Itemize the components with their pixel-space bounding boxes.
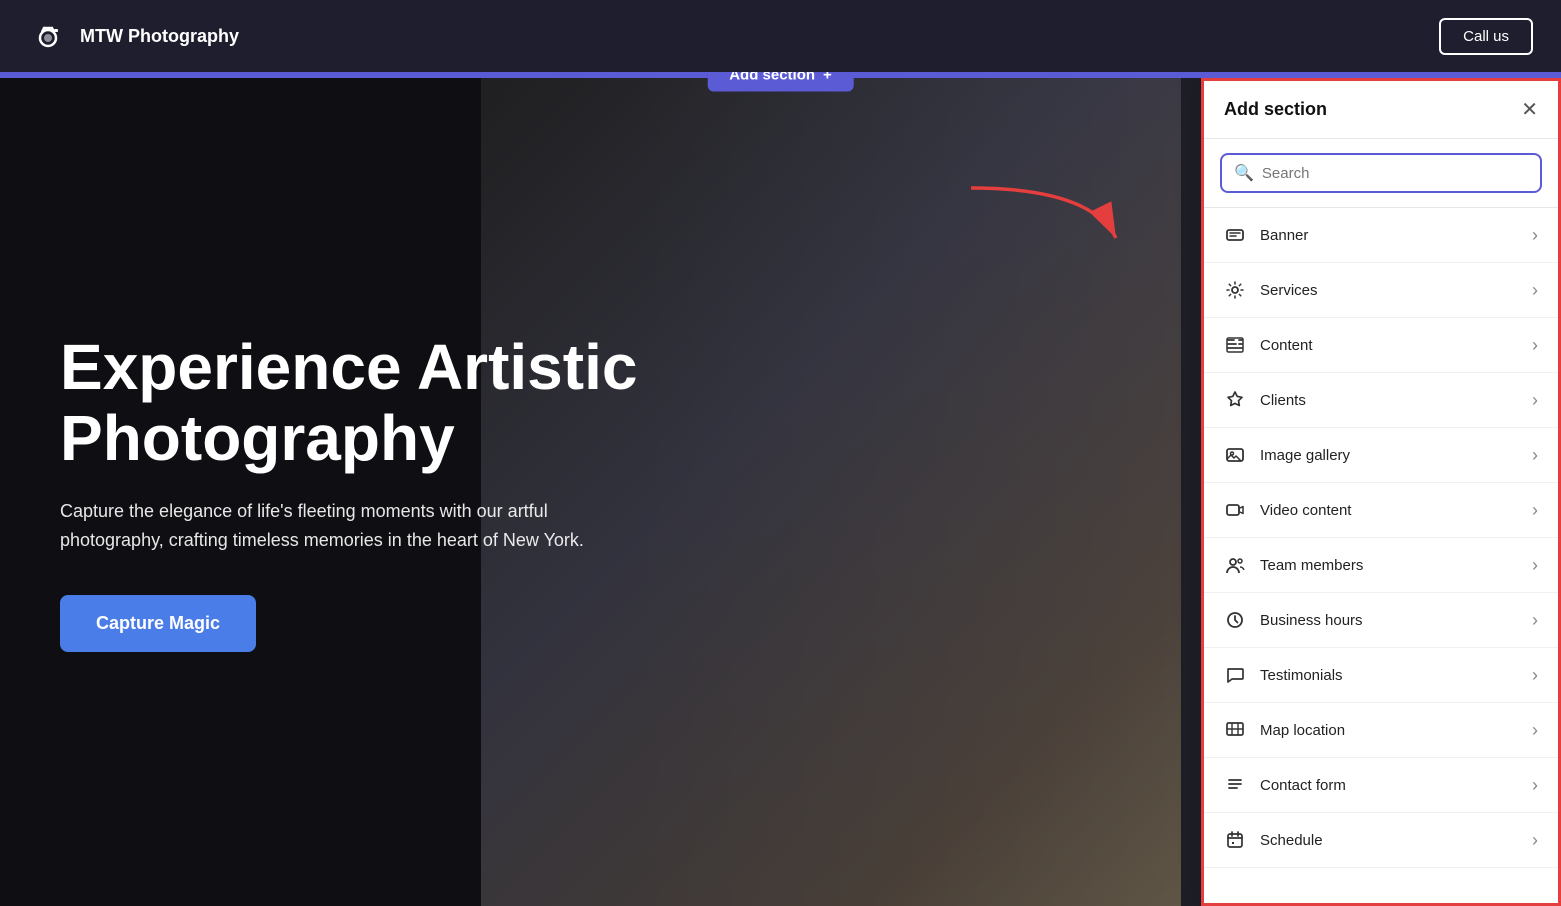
menu-item-chevron-business-hours: › [1532, 610, 1538, 631]
menu-item-chevron-services: › [1532, 280, 1538, 301]
hero-cta-button[interactable]: Capture Magic [60, 595, 256, 652]
contact-form-icon [1224, 774, 1246, 796]
menu-item-chevron-image-gallery: › [1532, 445, 1538, 466]
menu-item-label-clients: Clients [1260, 392, 1306, 409]
menu-item-left-banner: Banner [1224, 224, 1308, 246]
clients-icon [1224, 389, 1246, 411]
menu-item-label-image-gallery: Image gallery [1260, 447, 1350, 464]
main-header: MTW Photography Call us [0, 0, 1561, 72]
menu-item-banner[interactable]: Banner › [1204, 208, 1558, 263]
menu-item-label-content: Content [1260, 337, 1313, 354]
services-icon [1224, 279, 1246, 301]
hero-title: Experience Artistic Photography [60, 332, 780, 473]
schedule-icon [1224, 829, 1246, 851]
brand: MTW Photography [28, 16, 239, 56]
menu-item-chevron-testimonials: › [1532, 665, 1538, 686]
hero-subtitle: Capture the elegance of life's fleeting … [60, 497, 640, 555]
menu-item-left-video-content: Video content [1224, 499, 1351, 521]
image-gallery-icon [1224, 444, 1246, 466]
panel-header: Add section ✕ [1204, 81, 1558, 139]
site-title: MTW Photography [80, 26, 239, 47]
search-wrapper: 🔍 [1220, 153, 1542, 193]
panel-title: Add section [1224, 99, 1327, 120]
search-container: 🔍 [1204, 139, 1558, 208]
menu-item-label-contact-form: Contact form [1260, 777, 1346, 794]
menu-item-schedule[interactable]: Schedule › [1204, 813, 1558, 868]
menu-item-content[interactable]: Content › [1204, 318, 1558, 373]
menu-item-team-members[interactable]: Team members › [1204, 538, 1558, 593]
map-location-icon [1224, 719, 1246, 741]
menu-item-label-banner: Banner [1260, 227, 1308, 244]
team-members-icon [1224, 554, 1246, 576]
menu-item-chevron-map-location: › [1532, 720, 1538, 741]
call-us-button[interactable]: Call us [1439, 18, 1533, 55]
menu-item-left-business-hours: Business hours [1224, 609, 1363, 631]
menu-item-label-team-members: Team members [1260, 557, 1363, 574]
main-area: Experience Artistic Photography Capture … [0, 78, 1561, 906]
menu-item-services[interactable]: Services › [1204, 263, 1558, 318]
menu-item-chevron-schedule: › [1532, 830, 1538, 851]
business-hours-icon [1224, 609, 1246, 631]
menu-item-left-clients: Clients [1224, 389, 1306, 411]
banner-icon [1224, 224, 1246, 246]
menu-item-label-video-content: Video content [1260, 502, 1351, 519]
menu-item-image-gallery[interactable]: Image gallery › [1204, 428, 1558, 483]
menu-item-clients[interactable]: Clients › [1204, 373, 1558, 428]
search-input[interactable] [1262, 165, 1528, 182]
menu-item-left-schedule: Schedule [1224, 829, 1323, 851]
menu-item-chevron-content: › [1532, 335, 1538, 356]
video-content-icon [1224, 499, 1246, 521]
menu-item-label-services: Services [1260, 282, 1318, 299]
menu-item-chevron-team-members: › [1532, 555, 1538, 576]
search-icon: 🔍 [1234, 163, 1254, 183]
menu-item-label-testimonials: Testimonials [1260, 667, 1343, 684]
menu-item-business-hours[interactable]: Business hours › [1204, 593, 1558, 648]
section-menu-list: Banner › Services › Content › Clients › [1204, 208, 1558, 903]
menu-item-chevron-video-content: › [1532, 500, 1538, 521]
menu-item-left-contact-form: Contact form [1224, 774, 1346, 796]
menu-item-chevron-clients: › [1532, 390, 1538, 411]
menu-item-chevron-banner: › [1532, 225, 1538, 246]
menu-item-left-team-members: Team members [1224, 554, 1363, 576]
menu-item-label-map-location: Map location [1260, 722, 1345, 739]
menu-item-left-services: Services [1224, 279, 1318, 301]
menu-item-testimonials[interactable]: Testimonials › [1204, 648, 1558, 703]
menu-item-left-image-gallery: Image gallery [1224, 444, 1350, 466]
testimonials-icon [1224, 664, 1246, 686]
menu-item-label-business-hours: Business hours [1260, 612, 1363, 629]
logo-icon [28, 16, 68, 56]
menu-item-left-testimonials: Testimonials [1224, 664, 1343, 686]
content-icon [1224, 334, 1246, 356]
hero-content: Experience Artistic Photography Capture … [60, 332, 780, 651]
add-section-panel: Add section ✕ 🔍 Banner › Services › [1201, 78, 1561, 906]
menu-item-map-location[interactable]: Map location › [1204, 703, 1558, 758]
menu-item-video-content[interactable]: Video content › [1204, 483, 1558, 538]
menu-item-chevron-contact-form: › [1532, 775, 1538, 796]
menu-item-left-content: Content [1224, 334, 1313, 356]
menu-item-label-schedule: Schedule [1260, 832, 1323, 849]
panel-close-button[interactable]: ✕ [1521, 100, 1538, 120]
menu-item-contact-form[interactable]: Contact form › [1204, 758, 1558, 813]
menu-item-left-map-location: Map location [1224, 719, 1345, 741]
